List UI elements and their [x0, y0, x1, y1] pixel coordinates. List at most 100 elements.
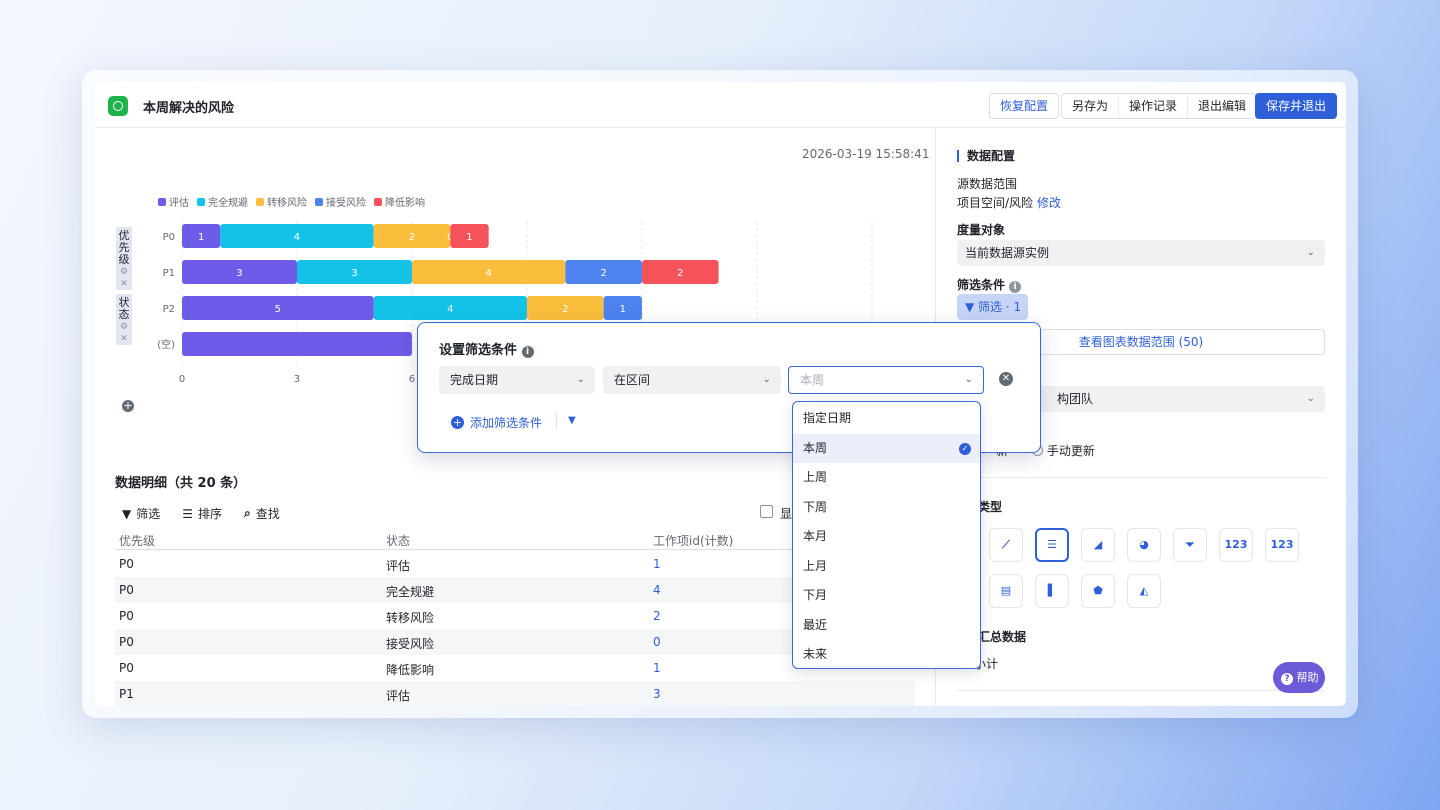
legend-item[interactable]: 完全规避 — [197, 194, 248, 209]
table-row[interactable]: P1 评估 3 — [115, 681, 915, 706]
page-title: 本周解决的风险 — [143, 101, 235, 116]
section-title: 数据配置 — [957, 150, 1015, 162]
dropdown-option[interactable]: 最近 — [793, 611, 980, 641]
legend-label: 评估 — [169, 198, 189, 209]
table-cell[interactable]: 0 — [653, 635, 661, 649]
table-cell[interactable]: 1 — [653, 557, 661, 571]
funnel-icon[interactable]: ⏷ — [1173, 528, 1207, 562]
pie-icon[interactable]: ◕ — [1127, 528, 1161, 562]
option-label: 上周 — [803, 470, 828, 484]
kpi-icon[interactable]: 123 — [1219, 528, 1253, 562]
data-label: 5 — [275, 304, 281, 315]
dropdown-option[interactable]: 指定日期 — [793, 404, 980, 434]
mixed-icon[interactable]: ◭ — [1127, 574, 1161, 608]
stacked-bar-icon[interactable]: ☰ — [1035, 528, 1069, 562]
filter-label: 筛选条件 i — [957, 276, 1022, 293]
info-icon: i — [1009, 281, 1022, 293]
column-header[interactable]: 状态 — [386, 532, 410, 549]
filter-chip-label: 筛选 · 1 — [978, 300, 1022, 314]
legend-item[interactable]: 接受风险 — [315, 194, 366, 209]
table-cell: P0 — [119, 557, 134, 571]
dropdown-option[interactable]: 上周 — [793, 463, 980, 493]
category-label: P1 — [163, 268, 175, 279]
find-tool[interactable]: ⌕ 查找 — [244, 505, 280, 522]
column-header[interactable]: 优先级 — [119, 532, 155, 549]
value-placeholder: 本周 — [800, 373, 825, 387]
sort-tool[interactable]: ☰ 排序 — [182, 505, 222, 522]
area-icon[interactable]: ◢ — [1081, 528, 1115, 562]
gear-icon[interactable]: ⚙ — [116, 266, 132, 278]
action-button-group: 另存为 操作记录 退出编辑 — [1061, 93, 1258, 119]
value-select[interactable]: 本周 ⌄ — [788, 366, 984, 394]
table-cell[interactable]: 3 — [653, 687, 661, 701]
dropdown-option[interactable]: 未来 — [793, 640, 980, 670]
close-icon[interactable]: ✕ — [116, 333, 132, 345]
category-label: P0 — [163, 232, 175, 243]
show-checkbox[interactable] — [760, 505, 773, 518]
exit-edit-button[interactable]: 退出编辑 — [1188, 94, 1256, 118]
dimension-tag-priority[interactable]: 优先级 ⚙ ✕ — [116, 227, 132, 290]
table-cell[interactable]: 4 — [653, 583, 661, 597]
filter-chip[interactable]: ▼ 筛选 · 1 — [957, 294, 1028, 320]
x-tick-label: 3 — [294, 374, 300, 385]
header-bar: 本周解决的风险 恢复配置 另存为 操作记录 退出编辑 保存并退出 — [95, 82, 1346, 128]
manual-update-option[interactable]: 手动更新 — [1032, 442, 1095, 459]
radar-icon[interactable]: ⬟ — [1081, 574, 1115, 608]
dropdown-option[interactable]: 上月 — [793, 552, 980, 582]
save-and-exit-button[interactable]: 保存并退出 — [1255, 93, 1338, 119]
column-header[interactable]: 工作项id(计数) — [653, 532, 733, 549]
legend-swatch — [256, 197, 264, 206]
line-icon[interactable]: ⟋ — [989, 528, 1023, 562]
divider — [556, 413, 557, 429]
dropdown-option[interactable]: 本周 ✓ — [793, 433, 980, 463]
data-label: 3 — [236, 268, 242, 279]
option-label: 本周 — [803, 440, 828, 455]
legend-label: 降低影响 — [385, 198, 425, 209]
question-icon: ? — [1281, 673, 1293, 685]
field-select[interactable]: 完成日期 ⌄ — [439, 366, 595, 394]
filter-tool[interactable]: ▼ 筛选 — [122, 505, 160, 522]
plus-icon: + — [451, 416, 464, 429]
chevron-down-icon: ⌄ — [964, 374, 973, 385]
dropdown-option[interactable]: 下周 — [793, 493, 980, 523]
dropdown-option[interactable]: 下月 — [793, 581, 980, 611]
gear-icon[interactable]: ⚙ — [116, 321, 132, 333]
table-cell[interactable]: 2 — [653, 609, 661, 623]
filter-label-text: 筛选条件 — [957, 278, 1006, 292]
dropdown-option[interactable]: 本月 — [793, 522, 980, 552]
option-label: 最近 — [803, 617, 828, 632]
waterfall-icon[interactable]: ▌ — [1035, 574, 1069, 608]
measure-select[interactable]: 当前数据源实例 ⌄ — [957, 240, 1325, 266]
divider — [957, 477, 1325, 478]
legend-label: 完全规避 — [208, 198, 248, 209]
remove-condition-icon[interactable]: ✕ — [999, 372, 1013, 386]
divider — [957, 690, 1325, 691]
pivot-icon[interactable]: ▤ — [989, 574, 1023, 608]
save-as-button[interactable]: 另存为 — [1062, 94, 1120, 118]
option-label: 下月 — [803, 588, 828, 602]
operator-select[interactable]: 在区间 ⌄ — [603, 366, 781, 394]
legend-item[interactable]: 转移风险 — [256, 194, 307, 209]
add-condition-button[interactable]: + 添加筛选条件 — [451, 414, 542, 431]
legend-item[interactable]: 评估 — [158, 194, 189, 209]
dialog-title: 设置筛选条件 i — [439, 339, 534, 358]
table-cell[interactable]: 1 — [653, 661, 661, 675]
restore-config-button[interactable]: 恢复配置 — [989, 93, 1060, 119]
number-icon[interactable]: 123 — [1265, 528, 1299, 562]
source-edit-link[interactable]: 修改 — [1037, 196, 1061, 210]
close-icon[interactable]: ✕ — [116, 278, 132, 290]
legend-swatch — [158, 197, 166, 206]
data-label: 2 — [677, 268, 683, 279]
operation-log-button[interactable]: 操作记录 — [1119, 94, 1189, 118]
data-label: 4 — [447, 304, 453, 315]
legend-item[interactable]: 降低影响 — [374, 194, 425, 209]
table-cell: 转移风险 — [386, 611, 435, 625]
data-label: 4 — [485, 268, 491, 279]
source-label: 源数据范围 — [957, 177, 1018, 191]
add-dimension-icon[interactable]: + — [122, 400, 134, 412]
caret-down-icon[interactable]: ▼ — [568, 415, 576, 426]
measure-value: 当前数据源实例 — [965, 246, 1050, 260]
dimension-tag-status[interactable]: 状态 ⚙ ✕ — [116, 294, 132, 345]
help-button[interactable]: ? 帮助 — [1273, 662, 1325, 693]
legend-label: 接受风险 — [326, 198, 366, 209]
